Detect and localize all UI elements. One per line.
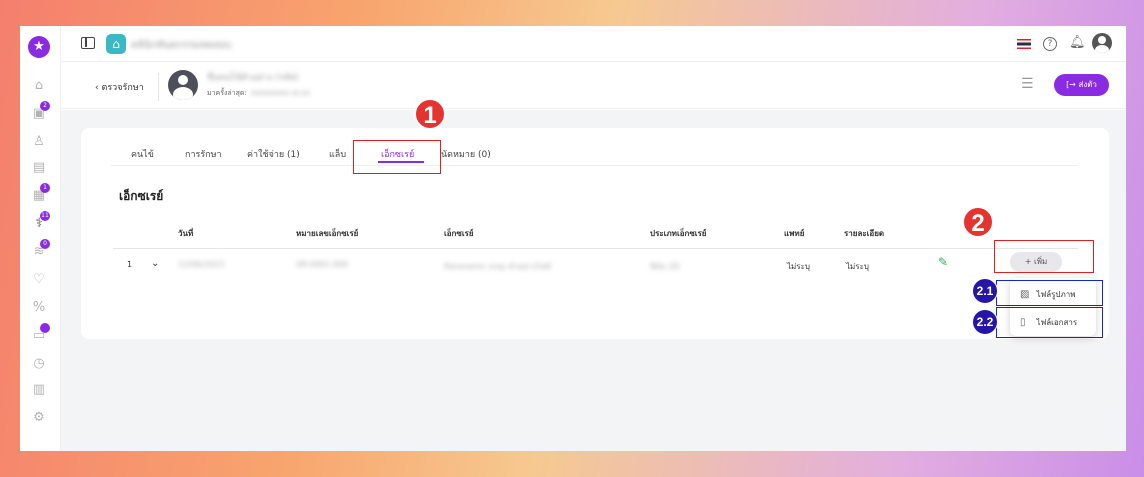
last-visit-value: xx/xx/xxxx xx:xx [251,89,311,97]
report-icon[interactable]: ▥ [31,382,47,398]
patient-name: ชื่อคนไข้ตัวอย่าง (รหัส) [207,73,299,83]
sidebar: ★ ⌂ ▣ 2 ♙ ▤ ▦ 1 ⚕ 11 ≋ 0 ♡ % ▭ ◷ ▥ ⚙ [20,26,61,451]
patient-avatar [168,70,198,100]
header-xray: เอ็กซเรย์ [444,229,474,238]
user-icon[interactable]: ♙ [31,134,47,150]
edit-icon[interactable]: ✎ [938,255,948,269]
chevron-left-icon: ‹ [95,83,99,93]
highlight-xray-tab [353,140,441,174]
send-button[interactable]: [→ ส่งตัว [1054,74,1109,96]
menu-icon[interactable]: ☰ [1021,76,1034,92]
xray-card: คนไข้ การรักษา ค่าใช้จ่าย (1) แล็บ เอ็กซ… [81,128,1109,339]
tooth-icon[interactable]: ♡ [31,272,47,288]
header-xray-no: หมายเลขเอ็กซเรย์ [296,229,359,238]
header-detail: รายละเอียด [844,229,885,238]
last-visit: มาครั้งล่าสุด: xx/xx/xxxx xx:xx [207,88,310,99]
content-area: คนไข้ การรักษา ค่าใช้จ่าย (1) แล็บ เอ็กซ… [61,110,1126,451]
back-link[interactable]: ‹ ตรวจรักษา [95,80,144,94]
thai-flag-icon[interactable] [1017,39,1031,49]
step-1-marker: 1 [414,98,446,130]
calendar-badge: 2 [40,101,50,111]
app-logo-icon[interactable]: ★ [28,36,50,58]
help-icon[interactable]: ? [1043,37,1057,51]
payment-badge: 0 [40,239,50,249]
highlight-add-button [994,240,1094,273]
settings-icon[interactable]: ⚙ [31,410,47,426]
chevron-down-icon[interactable]: ⌄ [151,258,159,269]
highlight-image-file [996,280,1103,306]
patient-bar: ‹ ตรวจรักษา ชื่อคนไข้ตัวอย่าง (รหัส) มาค… [61,63,1126,109]
clinic-name[interactable]: คลินิกทันตกรรมทดสอบ [131,38,232,53]
tab-patient[interactable]: คนไข้ [131,147,154,161]
exit-icon: [→ [1066,80,1076,89]
row-index: 1 [127,260,133,269]
row-detail: ไม่ระบุ [846,262,869,271]
clinic-home-icon[interactable]: ⌂ [106,34,126,54]
tab-expenses[interactable]: ค่าใช้จ่าย (1) [247,147,300,161]
top-bar: ⌂ คลินิกทันตกรรมทดสอบ ? 🔔︎ [61,26,1126,62]
tab-bar: คนไข้ การรักษา ค่าใช้จ่าย (1) แล็บ เอ็กซ… [111,128,1077,166]
step-2-2-marker: 2.2 [972,309,998,335]
highlight-document-file [996,307,1103,338]
back-label: ตรวจรักษา [101,83,144,93]
header-doctor: แพทย์ [784,229,805,238]
box-dot [40,323,50,333]
step-2-marker: 2 [962,206,994,238]
last-visit-label: มาครั้งล่าสุด: [207,89,247,97]
row-doctor: ไม่ระบุ [787,262,810,271]
tab-appointment[interactable]: นัดหมาย (0) [441,147,491,161]
send-label: ส่งตัว [1078,80,1097,89]
home-icon[interactable]: ⌂ [31,78,47,94]
board-icon[interactable]: ▤ [31,160,47,176]
row-xray: Panoramic xray ตัวอย่างไฟล์ [444,262,551,271]
tab-lab[interactable]: แล็บ [329,147,346,161]
tab-treatment[interactable]: การรักษา [185,147,222,161]
header-date: วันที่ [178,229,194,238]
header-xray-type: ประเภทเอ็กซเรย์ [650,229,707,238]
table-header-divider [113,248,1078,249]
bell-icon[interactable]: 🔔︎ [1069,35,1086,50]
percent-icon[interactable]: % [31,300,47,316]
row-date: 12/06/2023 [178,260,225,269]
section-title: เอ็กซเรย์ [119,189,164,203]
step-2-1-marker: 2.1 [972,278,998,304]
app-window: ★ ⌂ ▣ 2 ♙ ▤ ▦ 1 ⚕ 11 ≋ 0 ♡ % ▭ ◷ ▥ ⚙ ⌂ ค… [20,26,1126,451]
treatment-badge: 11 [40,211,50,221]
panel-toggle-icon[interactable] [81,37,95,49]
clock-icon[interactable]: ◷ [31,356,47,372]
user-avatar[interactable] [1092,33,1112,53]
row-xray-type: ฟิล์ม 2D [650,262,680,271]
queue-badge: 1 [40,183,50,193]
row-xray-no: XR-0001-000 [296,260,349,269]
divider [158,73,159,101]
